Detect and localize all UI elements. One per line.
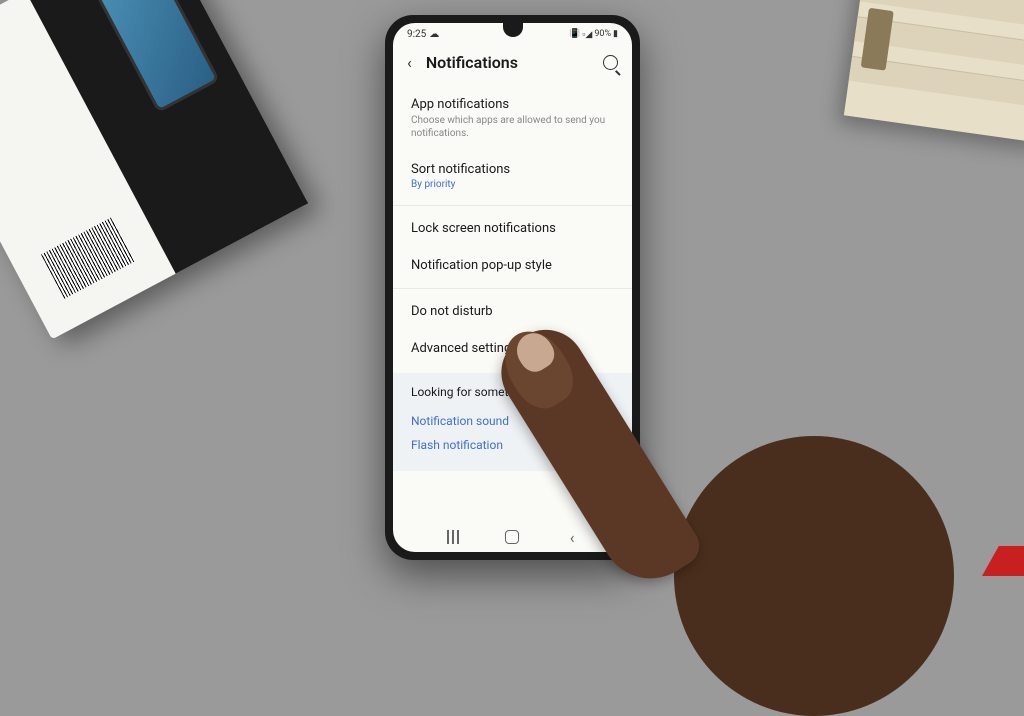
item-title: Lock screen notifications xyxy=(411,221,614,236)
back-button[interactable]: ‹ xyxy=(407,53,412,72)
suggestions-section: Looking for something else? Notification… xyxy=(393,373,632,471)
phone-screen: 9:25 ☁ 📳 ▫◢ 90% ▮ ‹ Notifications App no… xyxy=(393,23,632,552)
nav-home-button[interactable] xyxy=(503,528,521,546)
page-title: Notifications xyxy=(426,53,589,72)
item-sort-notifications[interactable]: Sort notifications By priority xyxy=(393,151,632,201)
status-time: 9:25 xyxy=(407,29,426,40)
battery-percent: 90% xyxy=(594,29,611,39)
box-dark-panel xyxy=(25,0,308,274)
nav-recents-button[interactable] xyxy=(444,528,462,546)
box-barcode xyxy=(41,217,135,299)
suggestions-title: Looking for something else? xyxy=(411,385,614,399)
home-icon xyxy=(505,530,519,544)
back-icon: ‹ xyxy=(570,528,575,547)
item-title: Do not disturb xyxy=(411,304,614,319)
page-header: ‹ Notifications xyxy=(393,43,632,86)
product-box: Galaxy A06 xyxy=(0,0,308,339)
item-title: App notifications xyxy=(411,97,614,112)
link-flash-notification[interactable]: Flash notification xyxy=(411,433,614,457)
logo-badge xyxy=(982,546,1024,576)
vibrate-icon: 📳 xyxy=(569,29,580,39)
item-app-notifications[interactable]: App notifications Choose which apps are … xyxy=(393,86,632,151)
link-notification-sound[interactable]: Notification sound xyxy=(411,409,614,433)
divider xyxy=(393,288,632,289)
phone-device: 9:25 ☁ 📳 ▫◢ 90% ▮ ‹ Notifications App no… xyxy=(385,15,640,560)
item-do-not-disturb[interactable]: Do not disturb xyxy=(393,293,632,330)
item-title: Sort notifications xyxy=(411,162,614,177)
wooden-crate xyxy=(844,0,1024,143)
box-phone-image xyxy=(93,0,221,113)
box-product-label: Galaxy A06 xyxy=(0,22,2,142)
recents-icon xyxy=(452,530,454,544)
item-lock-screen-notifications[interactable]: Lock screen notifications xyxy=(393,210,632,247)
item-title: Notification pop-up style xyxy=(411,258,614,273)
item-notification-popup-style[interactable]: Notification pop-up style xyxy=(393,247,632,284)
search-icon[interactable] xyxy=(603,55,618,70)
cloud-icon: ☁ xyxy=(429,29,439,40)
navigation-bar: ‹ xyxy=(393,528,632,546)
item-title: Advanced settings xyxy=(411,341,614,356)
item-advanced-settings[interactable]: Advanced settings xyxy=(393,330,632,367)
item-subtitle: Choose which apps are allowed to send yo… xyxy=(411,114,614,140)
hand-body xyxy=(674,436,954,716)
nav-back-button[interactable]: ‹ xyxy=(563,528,581,546)
item-value: By priority xyxy=(411,179,614,190)
divider xyxy=(393,205,632,206)
signal-icon: ▫◢ xyxy=(582,29,592,40)
battery-icon: ▮ xyxy=(613,29,618,39)
